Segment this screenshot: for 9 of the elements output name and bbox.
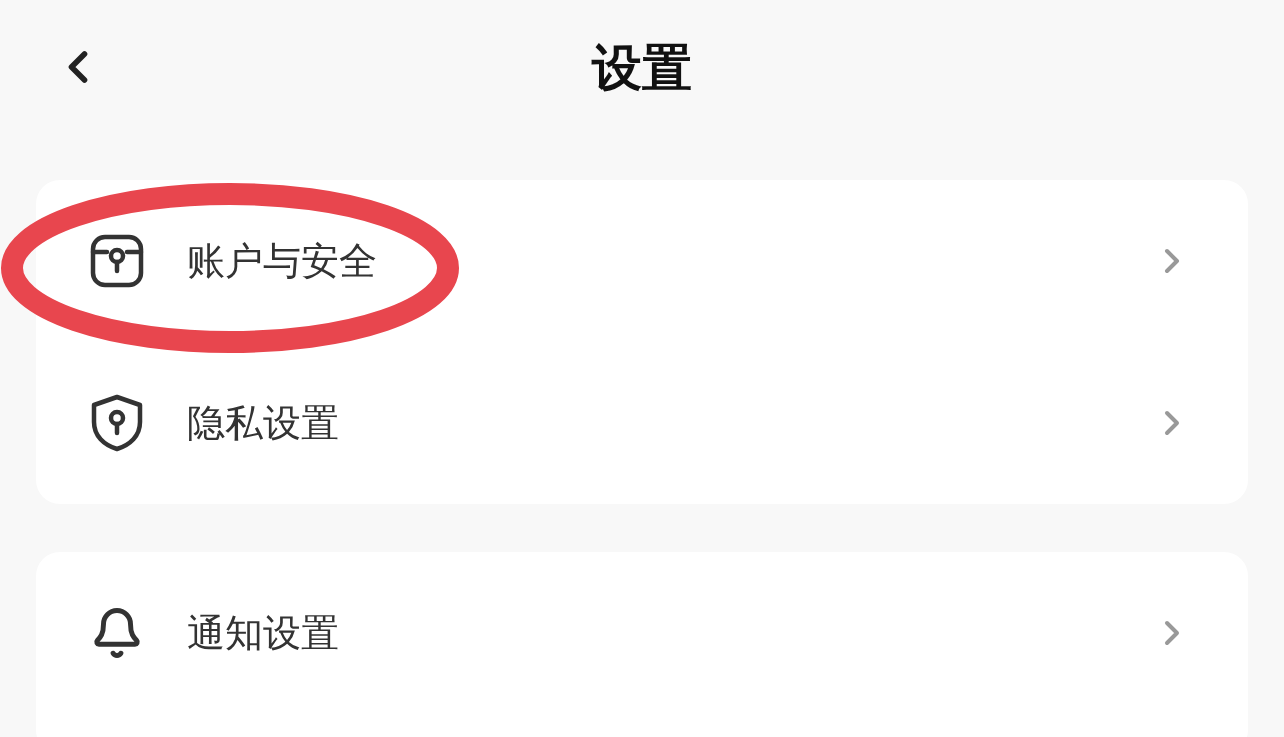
settings-row[interactable]: 隐私设置 [36, 342, 1248, 504]
page-title: 设置 [592, 42, 692, 93]
settings-row[interactable]: 账户与安全 [36, 180, 1248, 342]
settings-row[interactable]: 通知设置 [36, 552, 1248, 714]
row-label: 账户与安全 [187, 238, 378, 284]
shield-icon [90, 394, 144, 452]
row-label: 通知设置 [187, 610, 340, 656]
lock-box-icon [90, 234, 144, 288]
row-label: 隐私设置 [187, 400, 340, 446]
